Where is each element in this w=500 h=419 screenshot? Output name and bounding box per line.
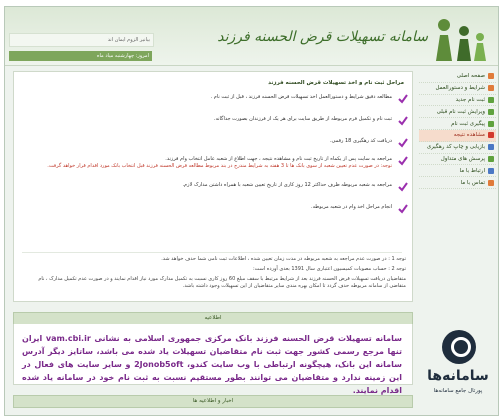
date-bar: امروز: چهارشنبه میاد ماه	[9, 51, 152, 61]
page-title: مراحل ثبت نام و اخذ تسهیلات قرض الحسنه ف…	[268, 80, 404, 86]
bullet-icon	[488, 132, 494, 139]
watermark-name: سامانه‌ها	[427, 368, 489, 384]
welcome-bar: بیانیر الزوم ایمان اند	[9, 33, 154, 47]
step-item: دریافت کد رهگیری 18 رقمی.	[26, 138, 408, 148]
sidebar-item[interactable]: تماس با ما	[419, 177, 496, 189]
sidebar-item[interactable]: ارتباط با ما	[419, 165, 496, 178]
watermark: سامانه‌ها پورتال جامع سامانه‌ها	[418, 330, 498, 416]
watermark-logo-icon	[442, 330, 476, 364]
step-item: ثبت نام و تکمیل فرم مربوطه از طریق سایت …	[26, 116, 408, 126]
checkmark-icon	[398, 182, 408, 192]
sidebar-menu: صفحه اصلی شرایط و دستورالعمل ثبت نام جدید و…	[419, 71, 496, 231]
bullet-icon	[488, 108, 494, 115]
sidebar-item-label: پیگیری ثبت نام	[451, 120, 485, 127]
bullet-icon	[488, 144, 494, 151]
sidebar-item-label: مشاهده نتیجه	[453, 132, 485, 139]
step-text: مطالعه دقیق شرایط و دستورالعمل اخذ تسهیل…	[210, 94, 392, 100]
sidebar-item-label: پرسش های متداول	[440, 155, 485, 162]
sidebar-item-label: صفحه اصلی	[456, 73, 485, 80]
step-item: انجام مراحل اخذ وام در شعبه مربوطه.	[26, 204, 408, 214]
sidebar-item-label: تماس با ما	[460, 179, 485, 186]
sidebar-item-label: شرایط و دستورالعمل	[435, 85, 486, 92]
step-note: توجه: در صورت عدم تعیین شعبه از سوی بانک…	[47, 163, 392, 169]
step-text: انجام مراحل اخذ وام در شعبه مربوطه.	[311, 204, 392, 210]
step-text: ثبت نام و تکمیل فرم مربوطه از طریق سایت …	[213, 116, 392, 122]
announcement-box: سامانه تسهیلات قرض الحسنه فرزند بانک مرک…	[13, 324, 413, 395]
sidebar-item-label: ویرایش ثبت نام قبلی	[436, 108, 485, 115]
site-header: سامانه تسهیلات قرض الحسنه فرزند بیانیر ا…	[5, 7, 498, 66]
sidebar-item[interactable]: صفحه اصلی	[419, 71, 496, 83]
checkmark-icon	[398, 204, 408, 214]
news-heading: اخبار و اطلاعیه ها	[13, 395, 413, 408]
watermark-subtitle: پورتال جامع سامانه‌ها	[433, 388, 483, 394]
note-text: متقاضیان دریافت تسهیلات قرض الحسنه فرزند…	[38, 276, 406, 289]
announcement-text: سامانه تسهیلات قرض الحسنه فرزند بانک مرک…	[22, 334, 403, 395]
site-logo-text: سامانه تسهیلات قرض الحسنه فرزند	[217, 29, 428, 45]
bullet-icon	[488, 179, 494, 186]
steps-panel: مراحل ثبت نام و اخذ تسهیلات قرض الحسنه ف…	[13, 71, 413, 302]
bullet-icon	[488, 96, 494, 103]
sidebar-item[interactable]: ثبت نام جدید	[419, 95, 496, 107]
checkmark-icon	[398, 156, 408, 166]
sidebar-item[interactable]: پیگیری ثبت نام	[419, 118, 496, 130]
sidebar-item[interactable]: پرسش های متداول	[419, 154, 496, 166]
step-item: مراجعه به شعبه مربوطه ظرف حداکثر 12 روز …	[26, 182, 408, 192]
checkmark-icon	[398, 116, 408, 126]
bullet-icon	[488, 120, 494, 127]
step-item: مطالعه دقیق شرایط و دستورالعمل اخذ تسهیل…	[26, 94, 408, 104]
note-text: توجه 1 : در صورت عدم مراجعه به شعبه مربو…	[161, 256, 406, 262]
step-text: مراجعه به سایت پس از یکماه از تاریخ ثبت …	[165, 156, 392, 162]
sidebar-item[interactable]: مشاهده نتیجه	[419, 129, 496, 142]
checkmark-icon	[398, 138, 408, 148]
family-logo-icon	[436, 19, 486, 61]
sidebar-item[interactable]: بازیابی و چاپ کد رهگیری	[419, 142, 496, 154]
sidebar-item-label: ارتباط با ما	[459, 167, 485, 174]
divider	[22, 252, 402, 253]
step-text: دریافت کد رهگیری 18 رقمی.	[329, 138, 392, 144]
sidebar-item[interactable]: ویرایش ثبت نام قبلی	[419, 106, 496, 119]
sidebar-item-label: بازیابی و چاپ کد رهگیری	[426, 144, 485, 151]
bullet-icon	[488, 73, 494, 80]
bullet-icon	[488, 167, 494, 174]
checkmark-icon	[398, 94, 408, 104]
step-text: مراجعه به شعبه مربوطه ظرف حداکثر 12 روز …	[182, 182, 392, 188]
sidebar-item[interactable]: شرایط و دستورالعمل	[419, 83, 496, 95]
bullet-icon	[488, 155, 494, 162]
bullet-icon	[488, 85, 494, 92]
sidebar-item-label: ثبت نام جدید	[455, 96, 485, 103]
note-text: توجه 2 : حساب مصوبات کمیسیون اعتباری سال…	[252, 266, 406, 272]
step-item: مراجعه به سایت پس از یکماه از تاریخ ثبت …	[26, 156, 408, 170]
